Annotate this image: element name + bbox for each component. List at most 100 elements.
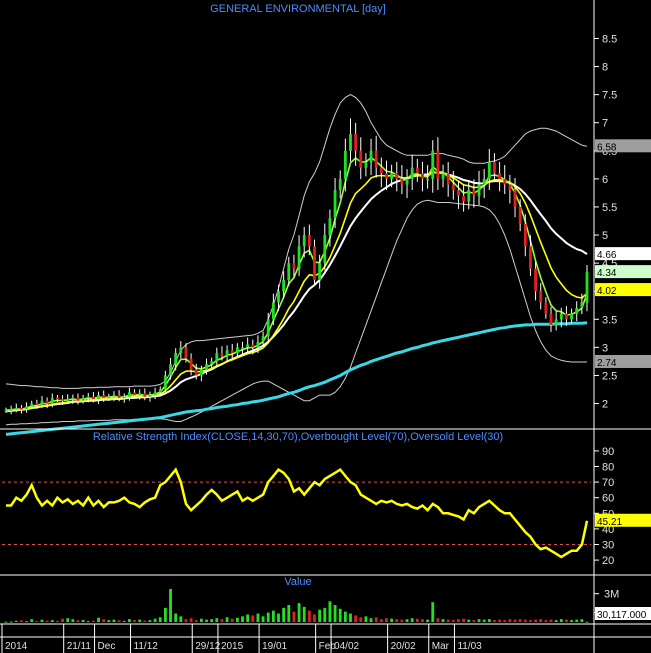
value-value-tags: 30,117.000 [595, 607, 651, 621]
candle-body [256, 341, 260, 348]
value-bar [25, 621, 28, 623]
candle-body [20, 408, 23, 410]
value-bar [97, 617, 100, 622]
value-bar [472, 620, 476, 622]
value-bar [91, 620, 95, 622]
value-bar [117, 620, 121, 622]
candle-body [385, 173, 388, 179]
value-bar [354, 615, 358, 622]
candle-body [271, 302, 275, 320]
value-bar [112, 619, 116, 622]
value-bar [395, 619, 399, 622]
candle-body [107, 396, 111, 399]
date-tick-label: 20/02 [391, 641, 416, 652]
value-bar [534, 619, 537, 622]
candle-body [133, 392, 136, 396]
price-tick-label: 3 [602, 342, 608, 354]
date-tick-label: 11/03 [457, 641, 482, 652]
candle-body [529, 246, 532, 269]
value-bar [431, 602, 435, 622]
candle-body [318, 263, 322, 280]
rsi-pane: Relative Strength Index(CLOSE,14,30,70),… [2, 431, 651, 567]
value-tag-label: 6.58 [597, 142, 617, 153]
value-bar [493, 620, 496, 622]
value-bar [364, 616, 368, 622]
candle-body [446, 173, 450, 185]
value-bar [349, 613, 352, 622]
candle-body [323, 235, 327, 264]
date-x-axis: 2014 21/11 Dec 11/12 29/12 2015 19/01 Feb04/02 2… [1, 624, 482, 653]
value-bar [410, 618, 414, 622]
candle-body [246, 344, 250, 348]
chart-canvas: GENERAL ENVIRONMENTAL [day] 8.587.576.56… [0, 0, 651, 653]
value-bar [194, 620, 198, 622]
candle-body [415, 167, 419, 174]
value-bar [261, 616, 265, 622]
candle-body [205, 364, 208, 370]
value-bar [266, 612, 270, 622]
candle-body [230, 350, 234, 353]
candle-body [225, 350, 229, 356]
candle-body [508, 184, 512, 191]
price-y-axis: 8.587.576.565.554.543.532.52 [594, 33, 617, 411]
value-bar [529, 620, 532, 622]
candle-body [575, 308, 579, 314]
value-bar [313, 614, 316, 622]
value-bar [565, 619, 568, 622]
value-bar [220, 619, 224, 622]
value-bar [487, 619, 491, 622]
value-bars [4, 588, 589, 623]
date-tick-label: 11/12 [134, 641, 159, 652]
value-bar [451, 620, 455, 622]
value-bar [241, 616, 244, 622]
price-chart-title: GENERAL ENVIRONMENTAL [day] [210, 3, 386, 15]
value-bar [86, 621, 90, 623]
candle-body [307, 235, 311, 247]
rsi-series-line [6, 467, 589, 559]
price-pane: GENERAL ENVIRONMENTAL [day] 8.587.576.56… [4, 3, 651, 436]
value-bar [508, 619, 512, 622]
candle-body [35, 403, 39, 406]
value-bar [328, 601, 332, 622]
value-bar [61, 618, 64, 622]
value-bar [477, 619, 481, 622]
candle-body [565, 313, 568, 320]
value-bar [102, 619, 106, 622]
date-tick-label: Mar [432, 641, 450, 652]
rsi-y-axis: 9080706050403020 [594, 446, 614, 567]
value-bar [513, 619, 517, 622]
value-bar [215, 618, 219, 622]
rsi-chart-title: Relative Strength Index(CLOSE,14,30,70),… [93, 431, 503, 443]
candle-body [302, 235, 306, 247]
value-bar [544, 620, 548, 622]
candle-body [493, 162, 496, 174]
candle-body [405, 178, 409, 185]
value-bar [179, 616, 183, 622]
value-bar [14, 620, 18, 622]
candle-body [9, 409, 13, 411]
candle-body [40, 400, 44, 405]
rsi-tick-label: 20 [602, 555, 614, 567]
price-tick-label: 7 [602, 118, 608, 130]
value-bar [133, 620, 136, 622]
candle-body [364, 162, 368, 168]
candle-body [174, 352, 178, 365]
value-bar [107, 620, 111, 622]
candle-body [14, 408, 18, 410]
value-bar [415, 618, 419, 622]
candle-body [498, 173, 502, 179]
candle-body [66, 399, 70, 401]
candle-body [61, 399, 64, 401]
value-tag-label: 4.34 [597, 268, 617, 279]
value-bar [256, 613, 260, 622]
value-bar [235, 617, 239, 622]
candle-body [235, 347, 239, 353]
value-bar [184, 619, 188, 622]
candlesticks [4, 118, 589, 415]
rsi-tick-label: 80 [602, 462, 614, 474]
candle-body [559, 313, 563, 320]
rsi-tick-label: 60 [602, 493, 614, 505]
value-bar [338, 608, 342, 622]
candle-body [487, 162, 491, 179]
value-bar [127, 619, 131, 622]
